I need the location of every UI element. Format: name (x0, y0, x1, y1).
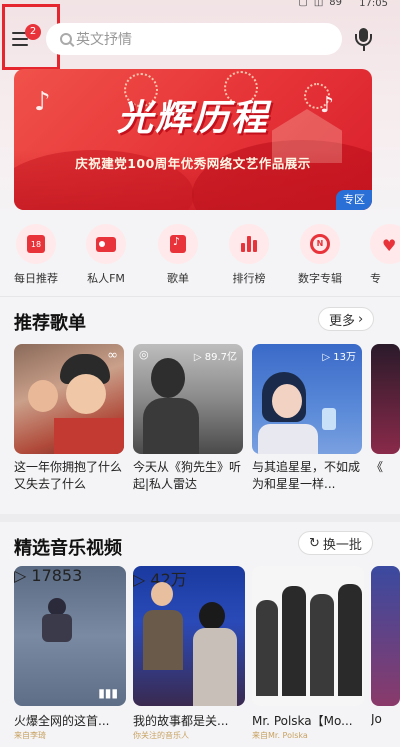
videos-title: 精选音乐视频 (14, 538, 122, 559)
video-card[interactable]: ▷ 17853 ▮▮▮ 火爆全网的这首... 来自李琦 (14, 566, 126, 741)
vibrate-icon: ◫ (313, 0, 324, 8)
shortcut-row: 18 每日推荐 私人FM 歌单 排行榜 N 数字专辑 ♥ 专 (0, 224, 400, 286)
play-count-value: 17853 (31, 566, 83, 585)
shortcut-label: 数字专辑 (298, 272, 342, 285)
battery-icon: 89 (329, 0, 342, 8)
loop-icon: ∞ (107, 348, 118, 363)
playlists-title: 推荐歌单 (14, 313, 86, 334)
banner-subtitle: 庆祝建党100周年优秀网络文艺作品展示 (75, 156, 311, 171)
video-source: 来自Mr. Polska (252, 731, 308, 740)
shortcut-fm[interactable]: 私人FM (71, 224, 141, 286)
video-thumbnail: ▷ 42万 (133, 566, 245, 706)
shortcut-label: 私人FM (87, 272, 125, 285)
audio-bars-icon: ▮▮▮ (98, 686, 118, 700)
more-label: 更多 (329, 313, 356, 329)
shortcut-daily[interactable]: 18 每日推荐 (1, 224, 71, 286)
play-count: ▷ 13万 (322, 352, 356, 363)
video-title: Jo (371, 712, 382, 726)
playlist-cover (371, 344, 400, 454)
play-count: ▷ 89.7亿 (193, 352, 237, 363)
menu-notification-badge: 2 (25, 24, 41, 40)
status-icons: ▢ ◫ 89 (298, 0, 342, 8)
menu-line (12, 44, 28, 46)
playlist-cover: ▷ 13万 (252, 344, 362, 454)
menu-line (12, 38, 28, 40)
shortcut-label: 排行榜 (232, 272, 266, 285)
video-source: 你关注的音乐人 (133, 731, 189, 740)
banner-title: 光辉历程 (116, 98, 269, 139)
search-icon (60, 33, 72, 45)
video-title: 我的故事都是关... (133, 714, 229, 728)
play-count-value: 13万 (333, 352, 356, 363)
more-button[interactable]: 更多 › (318, 307, 375, 331)
video-thumbnail (371, 566, 400, 706)
playlist-icon (170, 235, 186, 253)
refresh-icon: ↻ (309, 535, 320, 551)
video-source: 来自李琦 (14, 731, 46, 740)
video-title: 火爆全网的这首... (14, 714, 110, 728)
status-time: 17:05 (359, 0, 388, 9)
shortcut-label: 每日推荐 (14, 272, 58, 285)
status-bar: ▢ ◫ 89 17:05 (0, 0, 400, 14)
calendar-icon: 18 (27, 235, 45, 253)
shortcut-label: 专 (370, 272, 381, 285)
shortcut-playlist[interactable]: 歌单 (143, 224, 213, 286)
radio-icon (96, 237, 116, 252)
playlist-title: 《 (371, 460, 384, 474)
chevron-right-icon: › (358, 311, 364, 327)
shortcut-label: 歌单 (167, 272, 189, 285)
promo-banner[interactable]: ♪ ♪ 光辉历程 庆祝建党100周年优秀网络文艺作品展示 专区 (14, 69, 372, 210)
video-title: Mr. Polska【Mo... (252, 714, 353, 728)
shortcut-more[interactable]: ♥ 专 (356, 224, 400, 286)
playlist-cover: ▷ 89.7亿 ◎ (133, 344, 243, 454)
video-card[interactable]: Mr. Polska【Mo... 来自Mr. Polska (252, 566, 364, 741)
shortcut-rank[interactable]: 排行榜 (214, 224, 284, 286)
microphone-icon[interactable] (354, 28, 372, 52)
refresh-label: 换一批 (322, 537, 362, 553)
video-thumbnail (252, 566, 364, 706)
radar-icon: ◎ (139, 348, 149, 361)
section-divider (0, 296, 400, 297)
video-card[interactable]: ▷ 42万 我的故事都是关... 你关注的音乐人 (133, 566, 245, 741)
playlist-title: 与其追星星，不如成为和星星一样... (252, 460, 361, 491)
shortcut-album[interactable]: N 数字专辑 (285, 224, 355, 286)
playlist-card[interactable]: ▷ 13万 与其追星星，不如成为和星星一样... (252, 344, 362, 493)
playlist-card[interactable]: ∞ 这一年你拥抱了什么 又失去了什么 (14, 344, 124, 493)
playlist-title: 这一年你拥抱了什么 又失去了什么 (14, 460, 123, 491)
play-count-value: 89.7亿 (204, 352, 237, 363)
chart-icon (241, 236, 259, 252)
video-card[interactable]: Jo (371, 566, 400, 726)
playlist-card[interactable]: ▷ 89.7亿 ◎ 今天从《狗先生》听起|私人雷达 (133, 344, 243, 493)
search-input[interactable]: 英文抒情 (46, 23, 342, 55)
album-icon: N (310, 234, 330, 254)
video-thumbnail: ▷ 17853 ▮▮▮ (14, 566, 126, 706)
playlist-card[interactable]: 《 (371, 344, 400, 493)
search-placeholder: 英文抒情 (76, 32, 132, 48)
section-gap (0, 514, 400, 522)
nfc-icon: ▢ (298, 0, 308, 8)
play-count: ▷ 17853 (14, 566, 83, 585)
heart-icon: ♥ (382, 236, 397, 255)
refresh-button[interactable]: ↻ 换一批 (298, 531, 373, 555)
playlist-title: 今天从《狗先生》听起|私人雷达 (133, 460, 242, 491)
playlist-cover: ∞ (14, 344, 124, 454)
banner-tag: 专区 (336, 190, 372, 210)
